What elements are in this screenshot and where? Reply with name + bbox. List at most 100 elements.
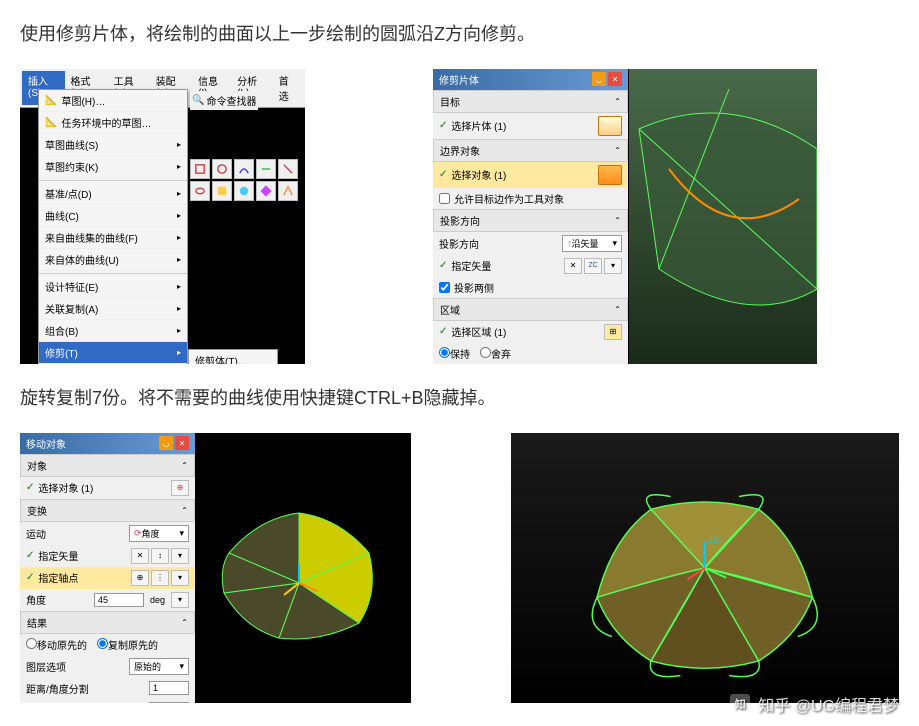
radio-move[interactable]: 移动原先的: [26, 637, 87, 652]
screenshot-row-1: 插入(S) 格式(R) 工具(T) 装配(A) 信息(I) 分析(L) 首选 📐…: [20, 69, 899, 364]
field-motion: 运动⟳角度▾: [20, 522, 195, 545]
menu-combine[interactable]: 组合(B)▸: [39, 320, 187, 342]
tool-icon[interactable]: [212, 181, 232, 201]
radio-keep[interactable]: 保持: [439, 346, 470, 361]
trim-submenu: 修剪体(T)… 拆分体(T)… 修剪片体(R)…: [188, 349, 278, 364]
tool-icon[interactable]: [278, 159, 298, 179]
radio-copy[interactable]: 复制原先的: [97, 637, 158, 652]
menu-sketch-task[interactable]: 📐任务环境中的草图…: [39, 112, 187, 134]
v-btn[interactable]: ✕: [131, 548, 149, 564]
field-select-region[interactable]: ✓选择区域 (1)⊞: [433, 321, 628, 343]
menu-datum[interactable]: 基准/点(D)▸: [39, 183, 187, 205]
screenshot-move-dialog: 移动对象 ◡ ✕ 对象⌃ ✓选择对象 (1)⊕ 变换⌃ 运动⟳角度▾ ✓指定矢量…: [20, 433, 411, 703]
vector-btn-zc[interactable]: ZC: [584, 258, 602, 274]
field-allow-tool[interactable]: 允许目标边作为工具对象: [433, 188, 628, 209]
field-project-both[interactable]: 投影两侧: [433, 277, 628, 298]
field-divide: 距离/角度分割: [20, 678, 195, 699]
project-both-checkbox[interactable]: [439, 282, 450, 293]
menu-sketch[interactable]: 📐草图(H)…: [39, 90, 187, 112]
motion-select[interactable]: ⟳角度▾: [129, 525, 189, 542]
field-layer: 图层选项原始的▾: [20, 655, 195, 678]
v-btn[interactable]: ↕: [151, 548, 169, 564]
menu-sketch-curve[interactable]: 草图曲线(S)▸: [39, 134, 187, 156]
submenu-trim-body[interactable]: 修剪体(T)…: [189, 350, 277, 364]
insert-dropdown: 📐草图(H)… 📐任务环境中的草图… 草图曲线(S)▸ 草图约束(K)▸ 基准/…: [38, 89, 188, 364]
minimize-icon[interactable]: ◡: [592, 72, 606, 86]
menu-derived-curve[interactable]: 来自曲线集的曲线(F)▸: [39, 227, 187, 249]
field-angle: 角度deg▾: [20, 589, 195, 611]
menu-pref[interactable]: 首选: [273, 71, 303, 105]
field-spec-pivot[interactable]: ✓指定轴点⊕⋮▾: [20, 567, 195, 589]
screenshot-result: ZC: [511, 433, 899, 703]
section-region[interactable]: 区域⌃: [433, 298, 628, 321]
vector-btn-1[interactable]: ✕: [564, 258, 582, 274]
dialog-title-2: 移动对象 ◡ ✕: [20, 433, 195, 454]
trim-sheet-dialog: 修剪片体 ◡ ✕ 目标⌃ ✓选择片体 (1) 边界对象⌃ ✓选择对象 (1) 允…: [433, 69, 628, 364]
section-projection[interactable]: 投影方向⌃: [433, 209, 628, 232]
p-btn[interactable]: ⊕: [131, 570, 149, 586]
section-boundary[interactable]: 边界对象⌃: [433, 139, 628, 162]
viewport-3d[interactable]: [629, 69, 817, 364]
section-result[interactable]: 结果⌃: [20, 611, 195, 634]
section-target[interactable]: 目标⌃: [433, 90, 628, 113]
screenshot-menu: 插入(S) 格式(R) 工具(T) 装配(A) 信息(I) 分析(L) 首选 📐…: [20, 69, 305, 364]
radio-discard[interactable]: 舍弃: [480, 346, 511, 361]
toolbar: [190, 159, 305, 201]
copies-input[interactable]: [149, 702, 189, 703]
screenshot-trim-dialog: 修剪片体 ◡ ✕ 目标⌃ ✓选择片体 (1) 边界对象⌃ ✓选择对象 (1) 允…: [433, 69, 817, 364]
menu-body-curve[interactable]: 来自体的曲线(U)▸: [39, 249, 187, 271]
field-copies: 非关联副本数: [20, 699, 195, 703]
menu-design-feature[interactable]: 设计特征(E)▸: [39, 276, 187, 298]
instruction-text-2: 旋转复制7份。将不需要的曲线使用快捷键CTRL+B隐藏掉。: [20, 384, 899, 413]
tool-icon[interactable]: [234, 159, 254, 179]
tool-icon[interactable]: [212, 159, 232, 179]
viewport-3d-2[interactable]: [187, 433, 411, 703]
close-icon[interactable]: ✕: [608, 72, 622, 86]
projection-select[interactable]: ↑沿矢量▾: [562, 235, 622, 252]
tool-icon[interactable]: [190, 181, 210, 201]
select-object-icon[interactable]: [598, 165, 622, 185]
select-sheet-icon[interactable]: [598, 116, 622, 136]
instruction-text-1: 使用修剪片体，将绘制的曲面以上一步绘制的圆弧沿Z方向修剪。: [20, 20, 899, 49]
screenshot-row-2: 移动对象 ◡ ✕ 对象⌃ ✓选择对象 (1)⊕ 变换⌃ 运动⟳角度▾ ✓指定矢量…: [20, 433, 899, 703]
v-btn[interactable]: ▾: [171, 548, 189, 564]
menu-curve[interactable]: 曲线(C)▸: [39, 205, 187, 227]
radio-keep-discard: 保持 舍弃: [433, 343, 628, 364]
menu-trim[interactable]: 修剪(T)▸: [39, 342, 187, 364]
divide-input[interactable]: [149, 681, 189, 695]
move-object-dialog: 移动对象 ◡ ✕ 对象⌃ ✓选择对象 (1)⊕ 变换⌃ 运动⟳角度▾ ✓指定矢量…: [20, 433, 195, 703]
angle-drop[interactable]: ▾: [171, 592, 189, 608]
angle-input[interactable]: [94, 593, 144, 607]
allow-tool-checkbox[interactable]: [439, 193, 450, 204]
section-transform[interactable]: 变换⌃: [20, 499, 195, 522]
p-btn[interactable]: ⋮: [151, 570, 169, 586]
umbrella-render: ZC: [511, 433, 899, 703]
field-specify-vector[interactable]: ✓指定矢量✕ZC▾: [433, 255, 628, 277]
minimize-icon[interactable]: ◡: [159, 436, 173, 450]
close-icon[interactable]: ✕: [175, 436, 189, 450]
section-object[interactable]: 对象⌃: [20, 454, 195, 477]
field-select-object[interactable]: ✓选择对象 (1): [433, 162, 628, 188]
tool-icon[interactable]: [234, 181, 254, 201]
p-btn[interactable]: ▾: [171, 570, 189, 586]
radio-move-copy: 移动原先的 复制原先的: [20, 634, 195, 655]
dialog-title: 修剪片体 ◡ ✕: [433, 69, 628, 90]
menu-assoc-copy[interactable]: 关联复制(A)▸: [39, 298, 187, 320]
vector-btn-3[interactable]: ▾: [604, 258, 622, 274]
field-select-sheet[interactable]: ✓选择片体 (1): [433, 113, 628, 139]
tool-icon[interactable]: [256, 159, 276, 179]
region-btn[interactable]: ⊞: [604, 324, 622, 340]
layer-select[interactable]: 原始的▾: [129, 658, 189, 675]
field-select-obj[interactable]: ✓选择对象 (1)⊕: [20, 477, 195, 499]
tool-icon[interactable]: [190, 159, 210, 179]
zhihu-logo-icon: 知: [730, 694, 750, 714]
field-spec-vector[interactable]: ✓指定矢量✕↕▾: [20, 545, 195, 567]
select-icon[interactable]: ⊕: [171, 480, 189, 496]
menu-sketch-constraint[interactable]: 草图约束(K)▸: [39, 156, 187, 178]
watermark: 知 知乎 @UG编程君梦: [730, 692, 899, 716]
field-projection-dir: 投影方向↑沿矢量▾: [433, 232, 628, 255]
cmd-finder-label: 命令查找器: [206, 93, 256, 108]
zc-axis-label: ZC: [708, 535, 720, 545]
tool-icon[interactable]: [256, 181, 276, 201]
tool-icon[interactable]: [278, 181, 298, 201]
